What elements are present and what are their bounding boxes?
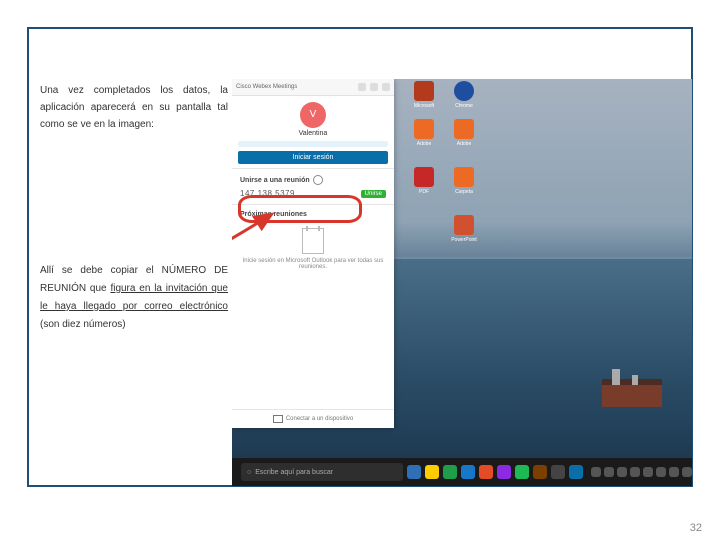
taskbar-app-icon[interactable] bbox=[569, 465, 583, 479]
tray-icon[interactable] bbox=[591, 467, 601, 477]
desktop-icon[interactable]: PowerPoint bbox=[450, 215, 478, 243]
annotation-arrow bbox=[232, 209, 287, 269]
taskbar-app-icon[interactable] bbox=[461, 465, 475, 479]
tray-icon[interactable] bbox=[656, 467, 666, 477]
taskbar-apps bbox=[407, 465, 583, 479]
join-button[interactable]: Unirse bbox=[361, 190, 386, 198]
settings-icon[interactable] bbox=[358, 83, 366, 91]
close-icon[interactable] bbox=[382, 83, 390, 91]
taskbar-app-icon[interactable] bbox=[533, 465, 547, 479]
minimize-icon[interactable] bbox=[370, 83, 378, 91]
desktop-icon[interactable]: Chrome bbox=[450, 81, 478, 109]
taskbar-app-icon[interactable] bbox=[425, 465, 439, 479]
panel-footer[interactable]: Conectar a un dispositivo bbox=[232, 409, 394, 428]
join-meeting-header: Unirse a una reunión bbox=[232, 173, 394, 187]
desktop-icon[interactable]: Carpeta bbox=[450, 167, 478, 195]
page-number: 32 bbox=[690, 522, 702, 534]
email-field[interactable] bbox=[238, 141, 388, 147]
system-tray[interactable] bbox=[591, 467, 692, 477]
taskbar-search[interactable]: ○ Escribe aquí para buscar bbox=[241, 463, 403, 481]
login-button[interactable]: Iniciar sesión bbox=[238, 151, 388, 164]
start-button[interactable] bbox=[236, 464, 237, 480]
desktop-icon[interactable]: Adobe bbox=[450, 119, 478, 147]
taskbar-app-icon[interactable] bbox=[443, 465, 457, 479]
instruction-paragraph-1: Una vez completados los datos, la aplica… bbox=[40, 82, 228, 137]
search-placeholder: Escribe aquí para buscar bbox=[255, 469, 333, 476]
calendar-icon bbox=[302, 228, 324, 254]
text: (son diez números) bbox=[40, 319, 126, 330]
taskbar-app-icon[interactable] bbox=[551, 465, 565, 479]
label: Conectar a un dispositivo bbox=[286, 416, 353, 422]
info-icon[interactable] bbox=[313, 175, 323, 185]
slide: Una vez completados los datos, la aplica… bbox=[0, 0, 720, 540]
taskbar-app-icon[interactable] bbox=[407, 465, 421, 479]
divider bbox=[232, 168, 394, 169]
user-name: Valentina bbox=[232, 130, 394, 137]
window-titlebar: Cisco Webex Meetings bbox=[232, 79, 394, 96]
tray-icon[interactable] bbox=[643, 467, 653, 477]
desktop-icon[interactable]: PDF bbox=[410, 167, 438, 195]
taskbar-app-icon[interactable] bbox=[515, 465, 529, 479]
taskbar: ○ Escribe aquí para buscar bbox=[232, 458, 692, 486]
tray-icon[interactable] bbox=[682, 467, 692, 477]
taskbar-app-icon[interactable] bbox=[479, 465, 493, 479]
window-title: Cisco Webex Meetings bbox=[236, 84, 354, 90]
desktop-icon[interactable]: Adobe bbox=[410, 119, 438, 147]
desktop-icon[interactable]: Microsoft bbox=[410, 81, 438, 109]
device-icon bbox=[273, 415, 283, 423]
search-icon: ○ bbox=[247, 469, 251, 476]
tray-icon[interactable] bbox=[630, 467, 640, 477]
tray-icon[interactable] bbox=[617, 467, 627, 477]
webex-panel: Cisco Webex Meetings V Valentina Iniciar… bbox=[232, 79, 394, 428]
instruction-paragraph-2: Allí se debe copiar el NÚMERO DE REUNIÓN… bbox=[40, 262, 228, 334]
label: Unirse a una reunión bbox=[240, 177, 310, 184]
text: Una vez completados los datos, la aplica… bbox=[40, 82, 228, 133]
wallpaper-ship bbox=[602, 379, 662, 407]
taskbar-app-icon[interactable] bbox=[497, 465, 511, 479]
tray-icon[interactable] bbox=[604, 467, 614, 477]
tray-icon[interactable] bbox=[669, 467, 679, 477]
embedded-screenshot: Microsoft Chrome Adobe Adobe PDF Carpeta… bbox=[232, 79, 692, 486]
avatar: V bbox=[300, 102, 326, 128]
